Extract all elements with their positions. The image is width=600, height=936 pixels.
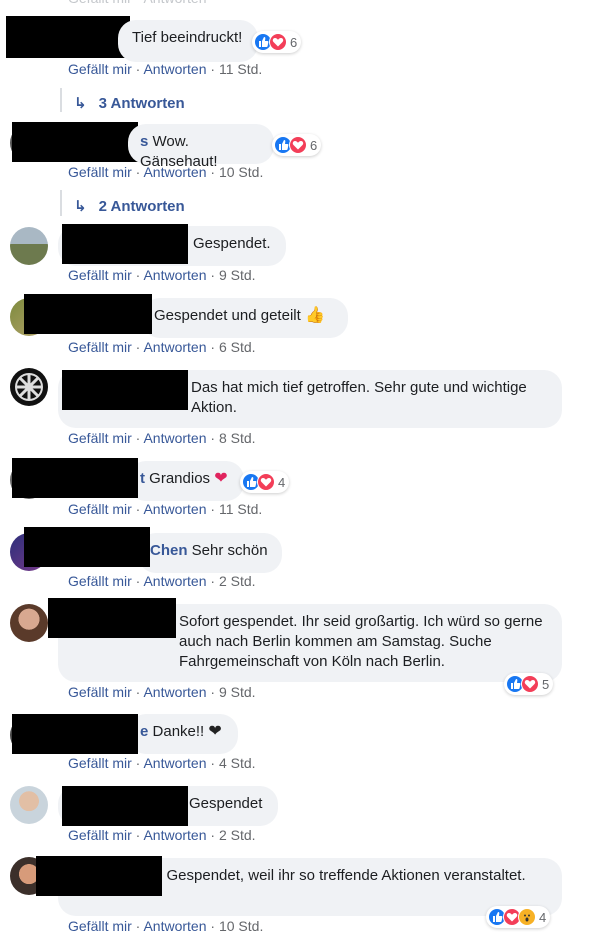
comment-text: Gespendet, weil ihr so treffende Aktione… — [166, 867, 526, 884]
wow-reaction-icon — [518, 908, 536, 926]
timestamp[interactable]: 10 Std. — [219, 918, 263, 934]
redacted-name — [36, 856, 162, 896]
like-link[interactable]: Gefällt mir — [68, 267, 132, 283]
reaction-count: 5 — [542, 676, 550, 692]
comment-author[interactable]: Chen — [150, 542, 188, 559]
emblem-icon — [15, 373, 43, 401]
reply-link[interactable]: Antworten — [143, 684, 206, 700]
comment-bubble: t Grandios ❤ — [128, 461, 244, 501]
reply-link[interactable]: Antworten — [143, 267, 206, 283]
like-link[interactable]: Gefällt mir — [68, 918, 132, 934]
like-link[interactable]: Gefällt mir — [68, 827, 132, 843]
reply-link[interactable]: Antworten — [143, 61, 206, 77]
like-link[interactable]: Gefällt mir — [68, 573, 132, 589]
redacted-name — [62, 224, 188, 264]
comment-bubble: s Wow. Gänsehaut! — [128, 124, 274, 170]
reply-link[interactable]: Antworten — [143, 918, 206, 934]
replies-label: 3 Antworten — [98, 94, 185, 112]
love-reaction-icon — [289, 136, 307, 154]
timestamp[interactable]: 2 Std. — [219, 573, 256, 589]
view-replies-link[interactable]: ↳ 3 Antworten — [74, 94, 185, 113]
comment-text: Sehr schön — [191, 542, 268, 559]
cutoff-row: Gefällt mir · Antworten — [68, 0, 207, 6]
replies-label: 2 Antworten — [98, 197, 185, 215]
redacted-name — [12, 122, 138, 162]
like-link[interactable]: Gefällt mir — [68, 430, 132, 446]
timestamp[interactable]: 8 Std. — [219, 430, 256, 446]
comment-author[interactable]: s — [140, 133, 148, 150]
timestamp[interactable]: 9 Std. — [219, 684, 256, 700]
timestamp[interactable]: 6 Std. — [219, 339, 256, 355]
comment-author[interactable]: t — [140, 470, 145, 487]
reply-link[interactable]: Antworten — [143, 501, 206, 517]
comment-bubble: Gespendet und geteilt 👍 — [142, 298, 348, 338]
avatar — [10, 368, 48, 406]
redacted-name — [6, 16, 130, 58]
redacted-name — [24, 294, 152, 334]
redacted-name — [62, 370, 188, 410]
comment-text: Gespendet und geteilt — [154, 307, 301, 324]
like-link[interactable]: Gefällt mir — [68, 61, 132, 77]
redacted-name — [12, 458, 138, 498]
reply-link[interactable]: Antworten — [143, 755, 206, 771]
black-heart-icon: ❤ — [208, 723, 222, 741]
reaction-summary[interactable]: 4 — [240, 471, 290, 493]
love-reaction-icon — [521, 675, 539, 693]
reply-arrow-icon: ↳ — [74, 95, 87, 112]
redacted-name — [48, 598, 176, 638]
comment-bubble: e Danke!! ❤ — [128, 714, 238, 754]
reply-link[interactable]: Antworten — [143, 573, 206, 589]
red-heart-icon: ❤ — [214, 470, 228, 488]
timestamp[interactable]: 4 Std. — [219, 755, 256, 771]
reaction-summary[interactable]: 5 — [504, 673, 554, 695]
like-link[interactable]: Gefällt mir — [68, 501, 132, 517]
comment-text: Grandios — [149, 470, 211, 487]
timestamp[interactable]: 10 Std. — [219, 164, 263, 180]
reply-link[interactable]: Antworten — [143, 430, 206, 446]
redacted-name — [24, 527, 150, 567]
comment-text: Tief beeindruckt! — [132, 29, 243, 46]
redacted-name — [62, 786, 188, 826]
reaction-count: 6 — [310, 137, 318, 153]
thread-line — [60, 88, 62, 112]
reaction-summary[interactable]: 6 — [252, 31, 302, 53]
like-link[interactable]: Gefällt mir — [68, 339, 132, 355]
avatar — [10, 604, 48, 642]
redacted-name — [12, 714, 138, 754]
avatar — [10, 786, 48, 824]
view-replies-link[interactable]: ↳ 2 Antworten — [74, 197, 185, 216]
love-reaction-icon — [269, 33, 287, 51]
like-link[interactable]: Gefällt mir — [68, 755, 132, 771]
reply-link[interactable]: Antworten — [143, 164, 206, 180]
comment-bubble: Chen Sehr schön — [138, 533, 282, 573]
love-reaction-icon — [257, 473, 275, 491]
reaction-count: 4 — [539, 909, 547, 925]
timestamp[interactable]: 11 Std. — [219, 501, 262, 517]
reply-link[interactable]: Antworten — [143, 339, 206, 355]
avatar — [10, 227, 48, 265]
comment-text: Gespendet — [189, 795, 263, 812]
comment-author[interactable]: e — [140, 723, 148, 740]
reply-link[interactable]: Antworten — [143, 827, 206, 843]
reaction-summary[interactable]: 6 — [272, 134, 322, 156]
timestamp[interactable]: 9 Std. — [219, 267, 256, 283]
like-link[interactable]: Gefällt mir — [68, 164, 132, 180]
comment-text: Sofort gespendet. Ihr seid großartig. Ic… — [179, 613, 543, 670]
reply-arrow-icon: ↳ — [74, 198, 87, 215]
timestamp[interactable]: 2 Std. — [219, 827, 256, 843]
comment-text: Gespendet. — [193, 235, 271, 252]
like-link[interactable]: Gefällt mir — [68, 684, 132, 700]
timestamp[interactable]: 11 Std. — [219, 61, 262, 77]
thread-line — [60, 190, 62, 216]
reaction-count: 6 — [290, 34, 298, 50]
reaction-count: 4 — [278, 474, 286, 490]
comment-text: Das hat mich tief getroffen. Sehr gute u… — [191, 379, 527, 416]
thumbs-up-icon: 👍 — [304, 307, 325, 325]
reaction-summary[interactable]: 4 — [486, 906, 551, 928]
comment-bubble: Tief beeindruckt! — [118, 20, 258, 62]
comment-text: Danke!! — [152, 723, 205, 740]
